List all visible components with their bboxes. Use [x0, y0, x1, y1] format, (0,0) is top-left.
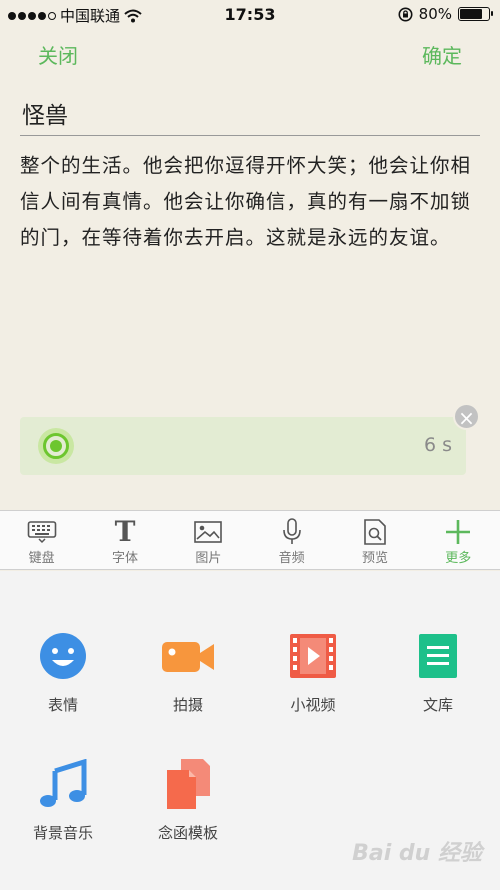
toolbar-preview[interactable]: 预览: [333, 511, 416, 569]
panel-item-template[interactable]: 念函模板: [133, 756, 243, 843]
font-icon: T: [114, 515, 136, 548]
rotation-lock-icon: [398, 7, 413, 21]
title-divider: [20, 135, 480, 136]
panel-item-video[interactable]: 小视频: [258, 628, 368, 715]
toolbar-keyboard[interactable]: 键盘: [0, 511, 83, 569]
panel-item-library[interactable]: 文库: [383, 628, 493, 715]
clipped-text-line: [20, 127, 460, 135]
status-bar: 中国联通 17:53 80%: [0, 0, 500, 30]
status-right: 80%: [398, 5, 493, 23]
emoji-icon: [35, 628, 91, 684]
battery-icon: [458, 7, 493, 21]
panel-item-label: 文库: [422, 696, 453, 714]
toolbar-label: 字体: [111, 551, 138, 566]
music-note-icon: [35, 756, 91, 812]
panel-item-label: 表情: [47, 696, 78, 714]
panel-item-label: 拍摄: [172, 696, 203, 714]
close-button[interactable]: 关闭: [38, 40, 78, 69]
panel-item-music[interactable]: 背景音乐: [8, 756, 118, 843]
panel-item-label: 念函模板: [157, 824, 218, 842]
battery-percent: 80%: [418, 5, 452, 23]
image-icon: [193, 518, 223, 546]
toolbar-label: 预览: [361, 551, 388, 566]
document-icon: [410, 628, 466, 684]
close-icon[interactable]: ×: [453, 403, 480, 430]
panel-item-emoji[interactable]: 表情: [8, 628, 118, 715]
film-icon: [285, 628, 341, 684]
confirm-button[interactable]: 确定: [422, 40, 462, 69]
toolbar-label: 键盘: [28, 551, 55, 566]
camera-icon: [160, 628, 216, 684]
toolbar-more[interactable]: 更多: [417, 511, 500, 569]
document-title[interactable]: 怪兽: [22, 96, 68, 130]
preview-icon: [362, 518, 388, 546]
toolbar-font[interactable]: T 字体: [83, 511, 166, 569]
panel-item-camera[interactable]: 拍摄: [133, 628, 243, 715]
editor-toolbar: 键盘 T 字体 图片 音频 预览 更多: [0, 510, 500, 570]
document-body[interactable]: 整个的生活。他会把你逗得开怀大笑；他会让你相信人间有真情。他会让你确信，真的有一…: [20, 148, 480, 256]
toolbar-audio[interactable]: 音频: [250, 511, 333, 569]
panel-item-label: 背景音乐: [32, 824, 93, 842]
microphone-icon: [280, 518, 304, 546]
plus-icon: [444, 518, 472, 546]
panel-item-label: 小视频: [290, 696, 336, 714]
watermark: Bai du 经验: [352, 841, 482, 866]
toolbar-label: 更多: [445, 551, 472, 566]
audio-attachment[interactable]: 6 s: [20, 417, 466, 475]
audio-play-icon[interactable]: [38, 428, 74, 464]
toolbar-label: 音频: [278, 551, 305, 566]
keyboard-icon: [27, 518, 57, 546]
template-icon: [160, 756, 216, 812]
audio-duration: 6 s: [423, 434, 452, 456]
toolbar-label: 图片: [195, 551, 222, 566]
battery-fill: [460, 9, 483, 19]
toolbar-image[interactable]: 图片: [167, 511, 250, 569]
